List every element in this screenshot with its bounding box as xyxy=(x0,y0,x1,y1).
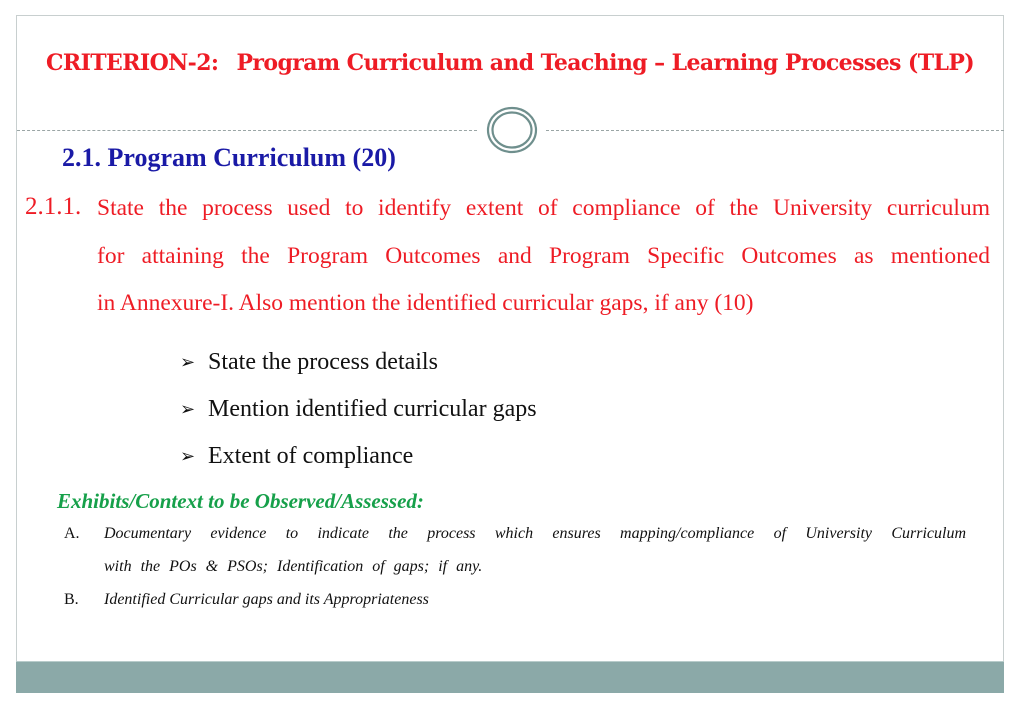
exhibits-heading: Exhibits/Context to be Observed/Assessed… xyxy=(57,489,424,513)
divider-left xyxy=(17,130,477,131)
slide-title: CRITERION-2: Program Curriculum and Teach… xyxy=(46,50,975,76)
bullet-item: ➢ Extent of compliance xyxy=(180,433,537,480)
bullet-item: ➢ State the process details xyxy=(180,339,537,386)
question-line-2: for attaining the Program Outcomes and P… xyxy=(97,243,990,269)
bullet-text: Extent of compliance xyxy=(208,443,414,469)
arrow-bullet-icon: ➢ xyxy=(180,352,196,372)
criterion-label: CRITERION-2: xyxy=(46,50,219,76)
bullet-list: ➢ State the process details ➢ Mention id… xyxy=(180,339,537,480)
criterion-title: Program Curriculum and Teaching – Learni… xyxy=(236,50,975,76)
divider-right xyxy=(546,130,1004,131)
question-line-3: in Annexure-I. Also mention the identifi… xyxy=(97,290,754,316)
double-ring-icon xyxy=(486,106,538,154)
exhibit-a-line-2: with the POs & PSOs; Identification of g… xyxy=(104,558,483,575)
arrow-bullet-icon: ➢ xyxy=(180,446,196,466)
question-line-1: State the process used to identify exten… xyxy=(97,195,990,221)
exhibit-b-line-1: Identified Curricular gaps and its Appro… xyxy=(104,591,429,608)
footer-bar xyxy=(16,661,1004,693)
question-number: 2.1.1. xyxy=(25,193,82,220)
bullet-text: Mention identified curricular gaps xyxy=(208,396,537,422)
bullet-item: ➢ Mention identified curricular gaps xyxy=(180,386,537,433)
exhibit-letter-a: A. xyxy=(64,525,80,542)
exhibit-letter-b: B. xyxy=(64,591,79,608)
bullet-text: State the process details xyxy=(208,349,438,375)
exhibit-a-line-1: Documentary evidence to indicate the pro… xyxy=(104,525,966,542)
arrow-bullet-icon: ➢ xyxy=(180,399,196,419)
section-heading: 2.1. Program Curriculum (20) xyxy=(62,143,396,172)
